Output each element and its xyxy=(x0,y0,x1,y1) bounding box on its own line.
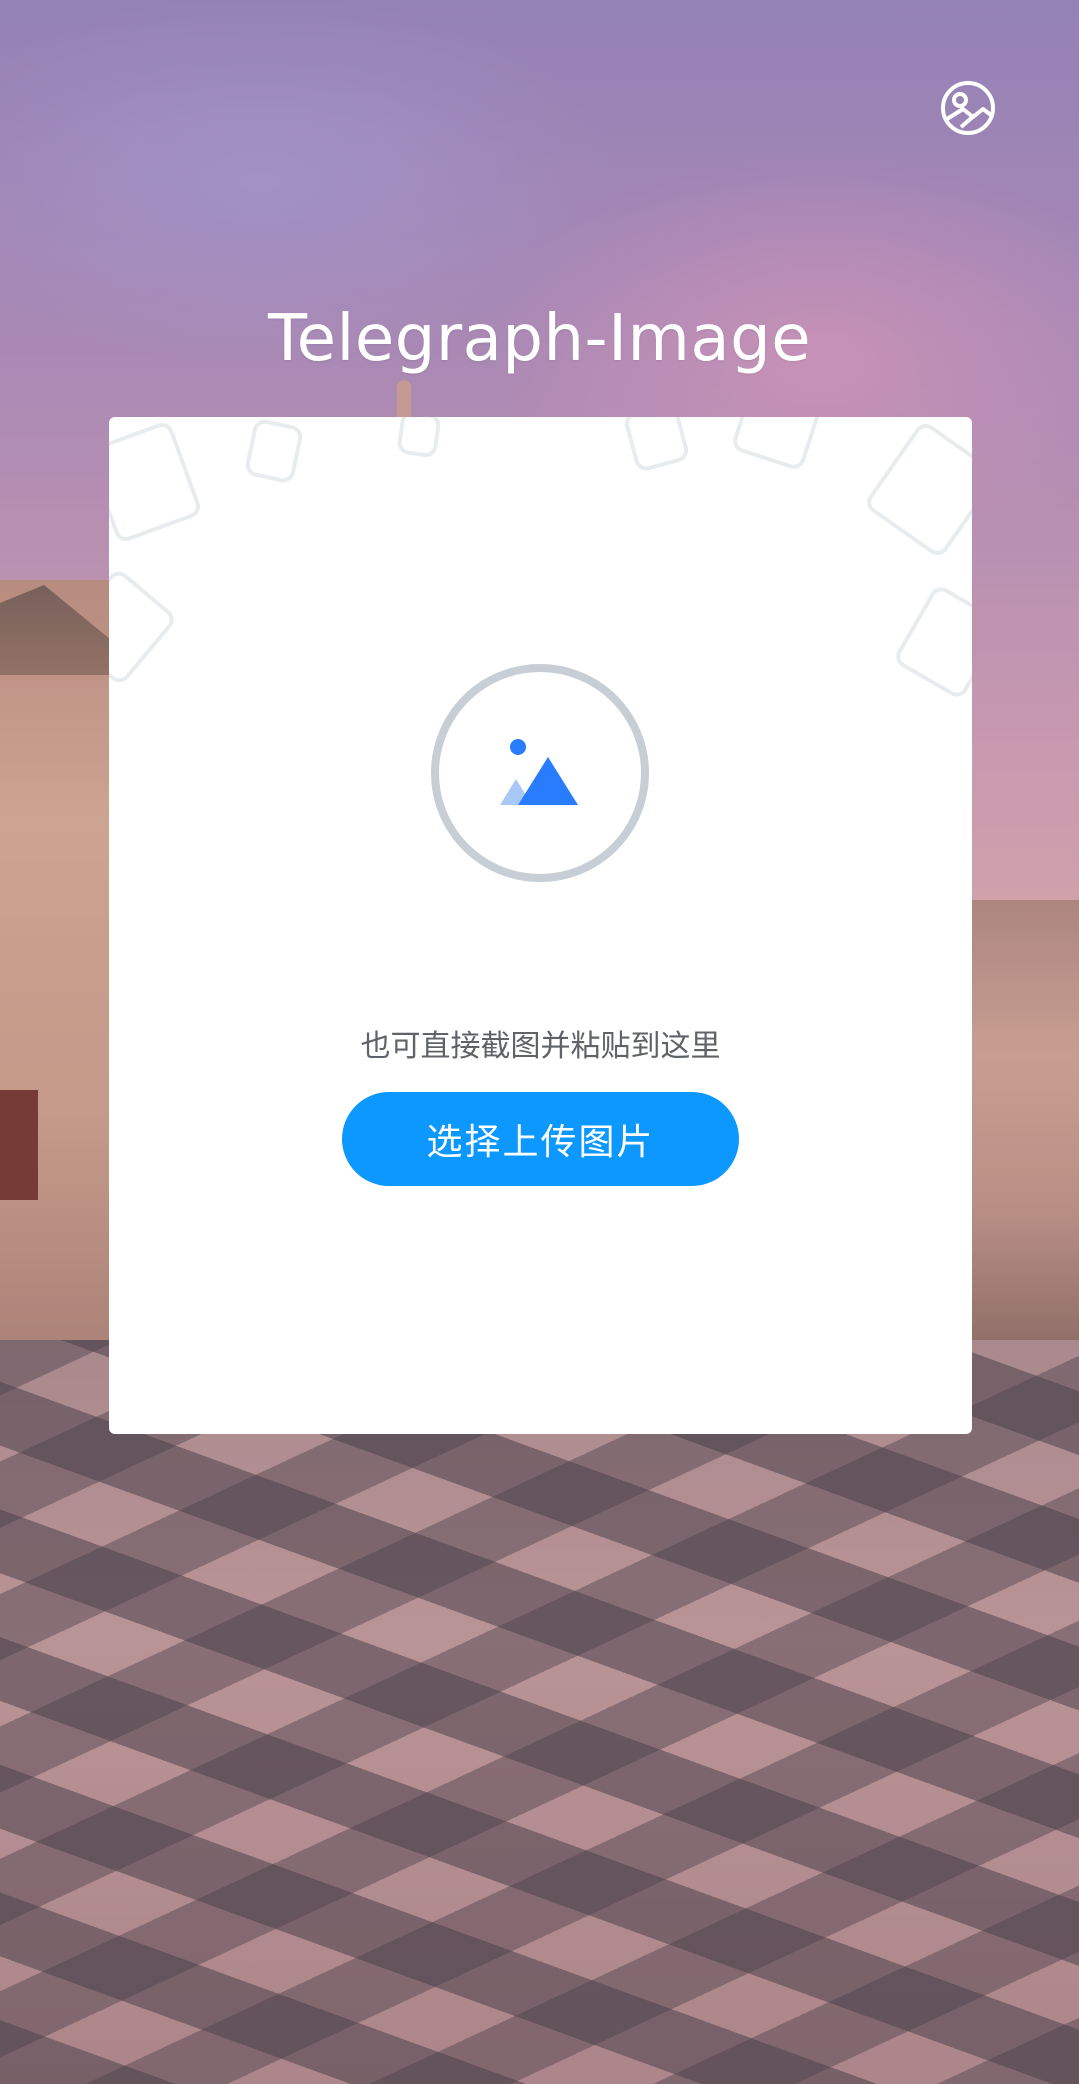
upload-dropzone[interactable]: 也可直接截图并粘贴到这里 选择上传图片 xyxy=(109,417,972,1434)
upload-icon-circle xyxy=(431,664,649,882)
decorative-image-file-icon xyxy=(622,417,691,474)
background-switch-button[interactable] xyxy=(936,76,1000,140)
app-screen: Telegraph-Image 也可直接截图并粘贴到这里 选择上传图片 xyxy=(0,0,1079,2084)
paste-hint-text: 也可直接截图并粘贴到这里 xyxy=(360,1029,721,1064)
select-upload-image-button[interactable]: 选择上传图片 xyxy=(342,1092,739,1186)
decorative-document-icon xyxy=(243,417,305,485)
decorative-music-file-icon xyxy=(396,417,442,459)
decorative-image-file-icon xyxy=(891,583,972,701)
decorative-music-file-icon xyxy=(730,417,823,472)
image-circle-icon xyxy=(941,81,995,135)
decorative-file-icon xyxy=(109,566,179,688)
image-mountain-icon xyxy=(500,739,578,805)
app-title: Telegraph-Image xyxy=(267,302,812,376)
decorative-code-file-icon xyxy=(862,419,972,560)
decorative-image-file-icon xyxy=(109,419,204,545)
